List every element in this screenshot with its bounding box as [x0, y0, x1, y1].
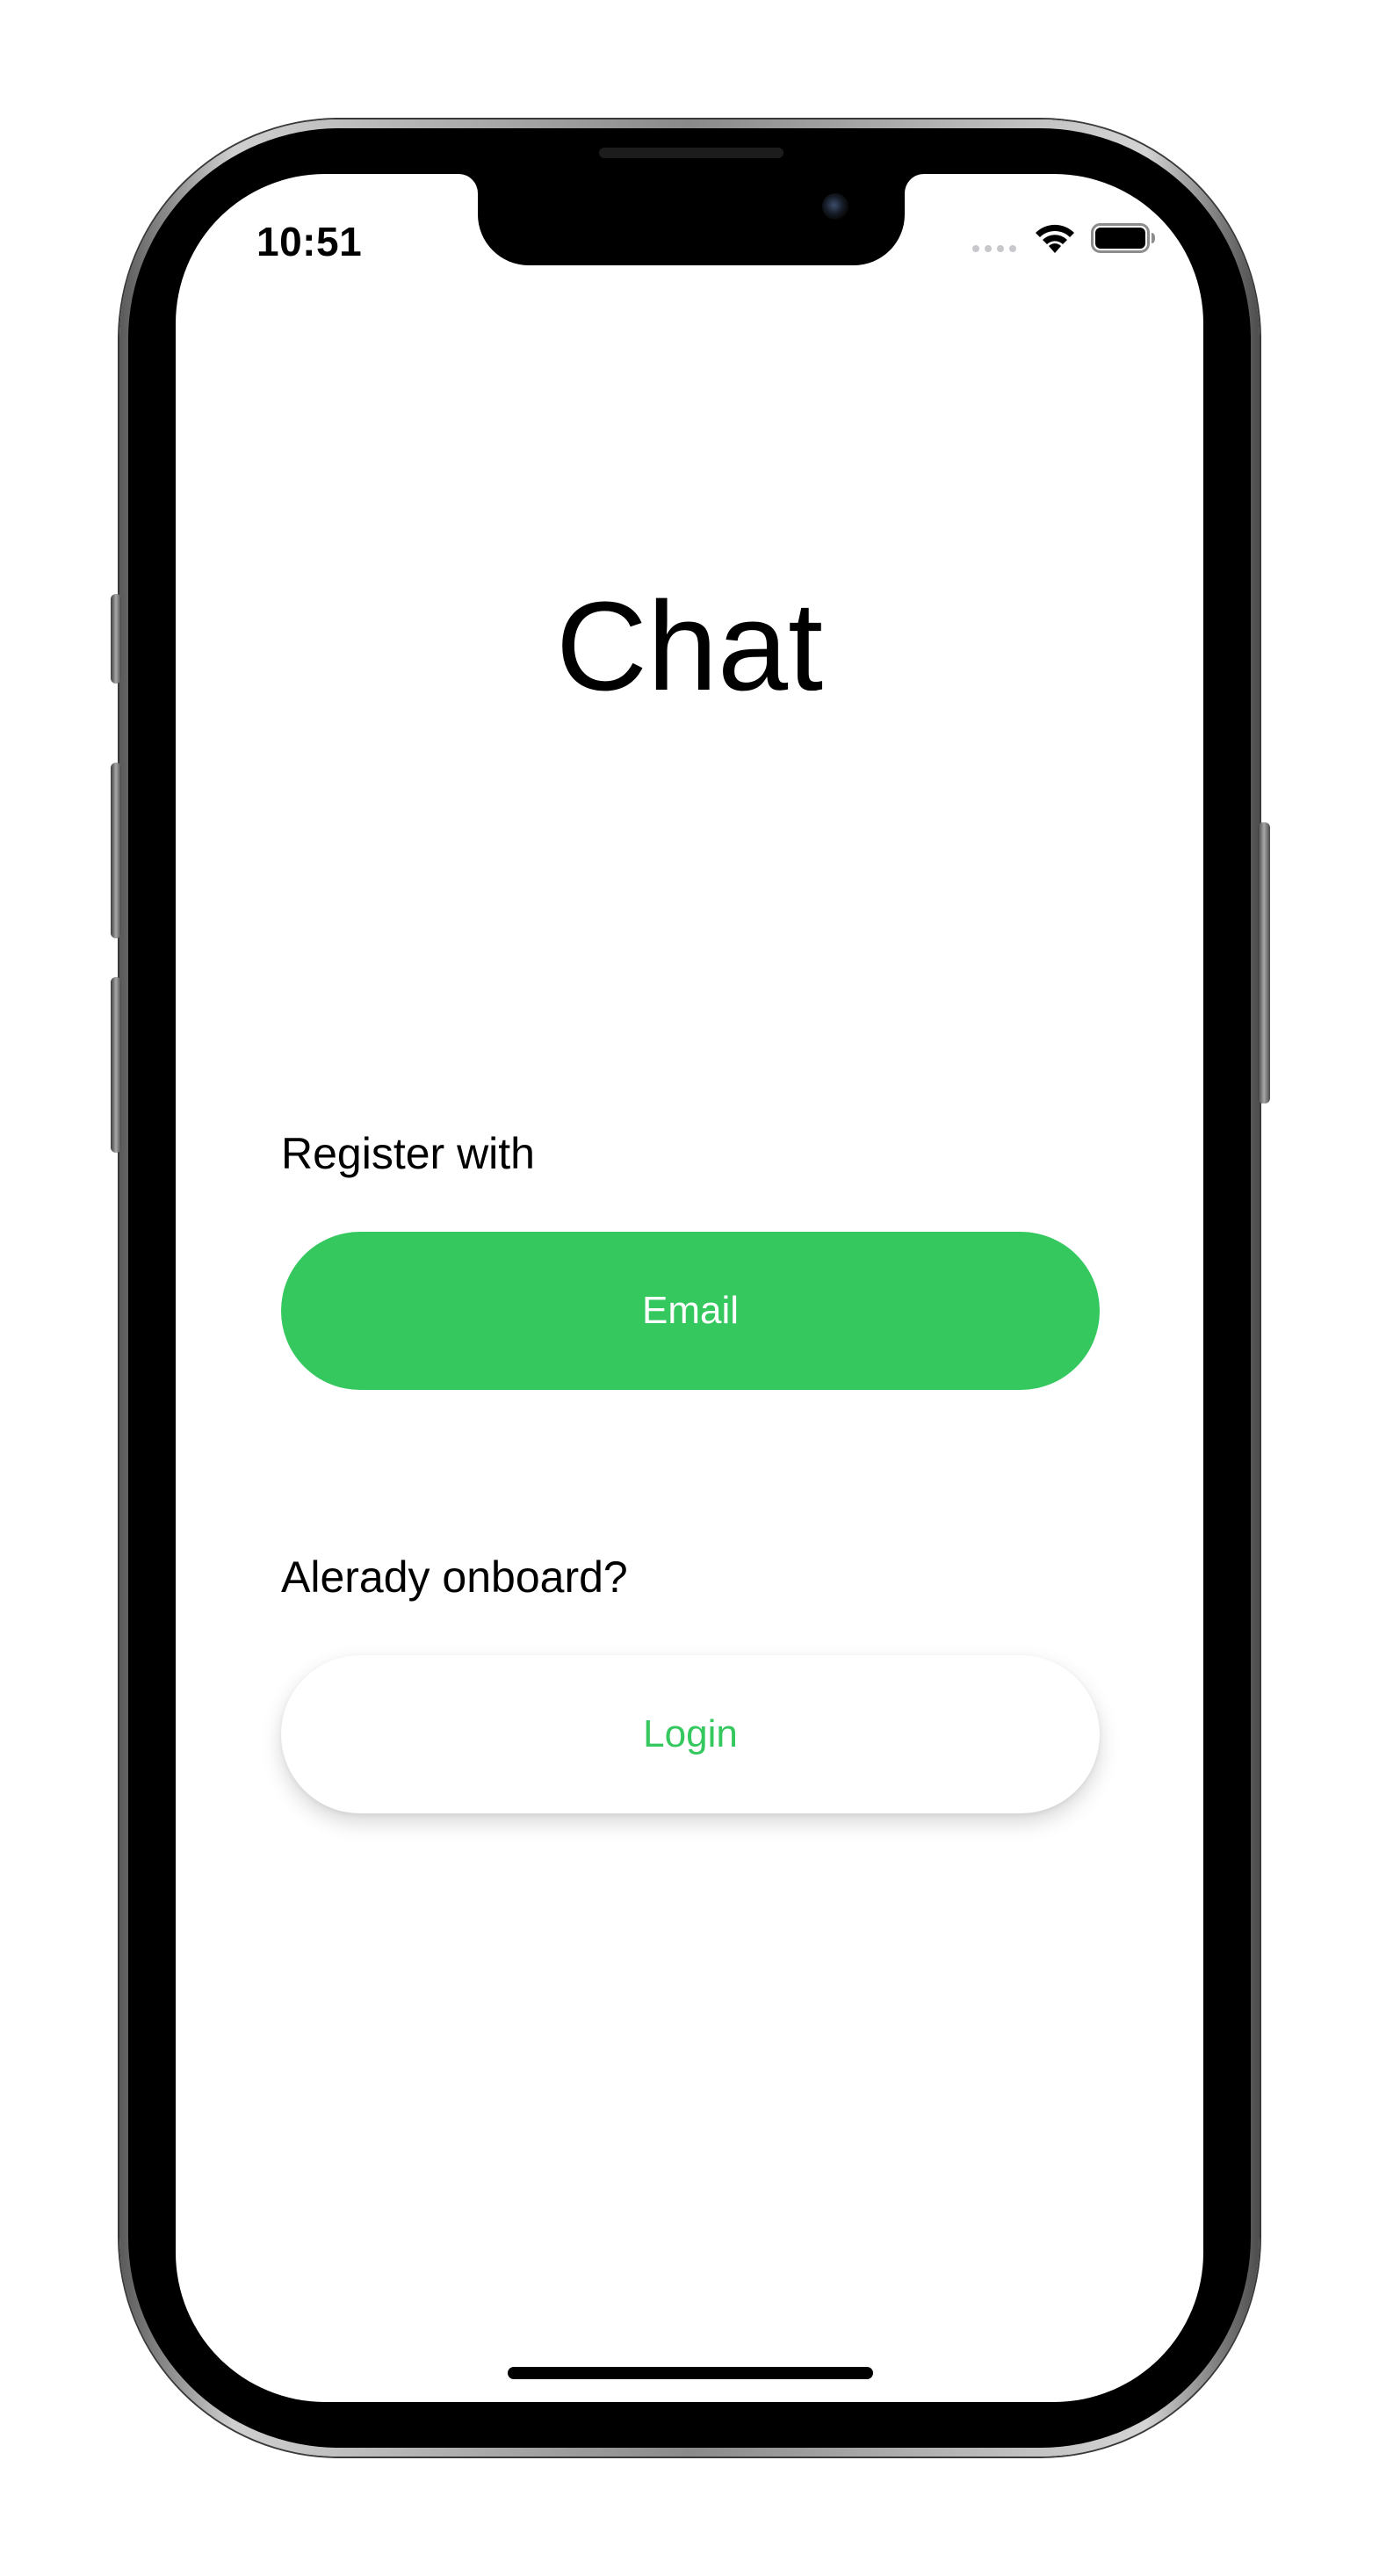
register-label: Register with: [281, 1129, 535, 1178]
battery-icon: [1091, 223, 1155, 253]
app-title: Chat: [555, 575, 824, 717]
app-screen: 10:51 Chat Register with Email Alerady o…: [176, 174, 1203, 2402]
status-bar-time: 10:51: [256, 219, 363, 264]
email-button-label: Email: [641, 1289, 740, 1332]
power-button: [1258, 822, 1270, 1103]
cellular-signal-icon: [972, 245, 1016, 252]
mute-switch: [111, 594, 121, 684]
volume-up-button: [111, 763, 121, 938]
email-register-button[interactable]: Email: [281, 1232, 1100, 1390]
already-onboard-label: Alerady onboard?: [281, 1552, 628, 1602]
earpiece-speaker: [599, 148, 783, 158]
login-button[interactable]: Login: [281, 1655, 1100, 1813]
front-camera-icon: [822, 193, 848, 220]
login-button-label: Login: [643, 1712, 738, 1755]
notch: [478, 174, 905, 265]
wifi-icon: [1036, 224, 1074, 253]
volume-down-button: [111, 977, 121, 1153]
home-indicator[interactable]: [508, 2367, 873, 2379]
